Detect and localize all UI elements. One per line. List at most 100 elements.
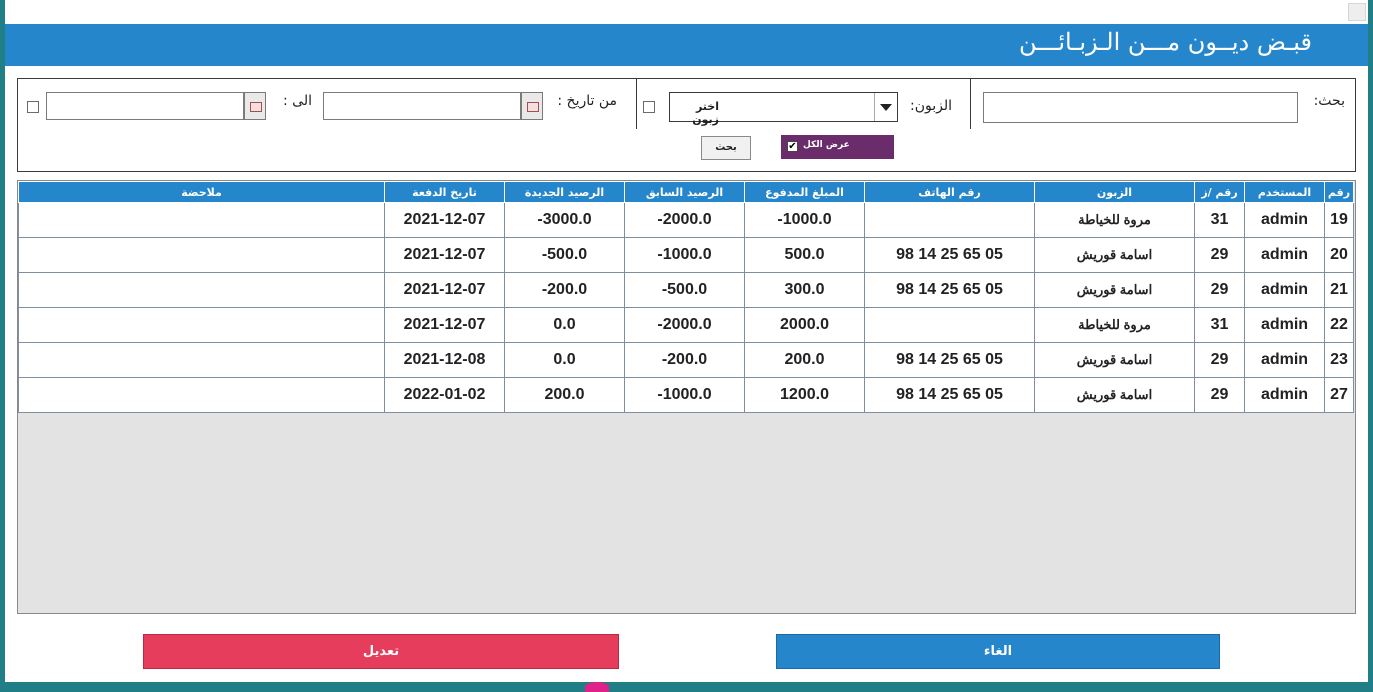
table-cell: admin <box>1244 342 1325 378</box>
table-row[interactable]: 27 admin 29 اسامة قوريش 05 65 25 14 98 1200.0… <box>18 377 1354 413</box>
table-row[interactable]: 21 admin 29 اسامة قوريش 05 65 25 14 98 300.0 5… <box>18 272 1354 308</box>
chevron-down-icon[interactable] <box>874 93 897 121</box>
calendar-icon[interactable] <box>244 92 266 120</box>
filter-panel: بحث: الزبون: اختر زبون من تاريخ : الى : … <box>17 78 1356 172</box>
table-cell: 1000.0- <box>624 377 745 413</box>
table-cell: 2000.0- <box>624 307 745 343</box>
divider <box>970 79 971 129</box>
table-cell: 1000.0- <box>744 202 865 238</box>
table-cell: 200.0 <box>744 342 865 378</box>
payments-table: رقم المستخدم رقم /ز الزبون رقم الهاتف المبلغ … <box>17 180 1356 614</box>
table-cell: 2022-01-02 <box>384 377 505 413</box>
checkmark-icon[interactable]: ✔ <box>787 141 798 152</box>
table-cell <box>18 202 385 238</box>
customer-label: الزبون: <box>909 98 952 114</box>
table-body: 19 admin 31 مروة للخياطة 1000.0- 2000.0- 3000.… <box>18 202 1354 413</box>
show-all-label: عرض الكل <box>803 140 850 150</box>
table-cell: 31 <box>1194 202 1245 238</box>
table-cell: 2000.0 <box>744 307 865 343</box>
column-header[interactable]: تاريخ الدفعة <box>384 181 505 203</box>
table-cell: 500.0 <box>744 237 865 273</box>
table-cell: 2021-12-08 <box>384 342 505 378</box>
customer-select-value: اختر زبون <box>692 100 719 126</box>
table-cell: مروة للخياطة <box>1034 307 1195 343</box>
column-header[interactable]: رقم <box>1324 181 1354 203</box>
column-header[interactable]: ملاحضة <box>18 181 385 203</box>
table-cell: 05 65 25 14 98 <box>864 237 1035 273</box>
search-button[interactable]: بحث <box>701 136 751 160</box>
table-cell: 300.0 <box>744 272 865 308</box>
table-cell <box>18 342 385 378</box>
table-cell: 20 <box>1324 237 1354 273</box>
table-cell: 21 <box>1324 272 1354 308</box>
customer-select[interactable]: اختر زبون <box>669 92 898 126</box>
background-decoration <box>585 682 609 692</box>
table-cell: admin <box>1244 307 1325 343</box>
column-header[interactable]: رقم /ز <box>1194 181 1245 203</box>
table-cell: 0.0 <box>504 342 625 378</box>
table-row[interactable]: 20 admin 29 اسامة قوريش 05 65 25 14 98 500.0 1… <box>18 237 1354 273</box>
table-cell: 2000.0- <box>624 202 745 238</box>
table-cell <box>18 272 385 308</box>
column-header[interactable]: رقم الهاتف <box>864 181 1035 203</box>
table-cell: 29 <box>1194 377 1245 413</box>
table-cell: 31 <box>1194 307 1245 343</box>
search-input[interactable] <box>983 92 1298 123</box>
table-row[interactable]: 22 admin 31 مروة للخياطة 2000.0 2000.0- 0.0 202… <box>18 307 1354 343</box>
table-cell: اسامة قوريش <box>1034 342 1195 378</box>
table-cell: admin <box>1244 272 1325 308</box>
table-header: رقم المستخدم رقم /ز الزبون رقم الهاتف المبلغ … <box>18 181 1354 203</box>
calendar-icon[interactable] <box>521 92 543 120</box>
table-cell: 3000.0- <box>504 202 625 238</box>
column-header[interactable]: الرصيد السابق <box>624 181 745 203</box>
table-cell: 2021-12-07 <box>384 307 505 343</box>
table-row[interactable]: 23 admin 29 اسامة قوريش 05 65 25 14 98 200.0 2… <box>18 342 1354 378</box>
table-cell: اسامة قوريش <box>1034 272 1195 308</box>
table-cell: اسامة قوريش <box>1034 237 1195 273</box>
customer-filter-checkbox[interactable] <box>643 101 655 113</box>
table-cell: 22 <box>1324 307 1354 343</box>
table-cell: admin <box>1244 377 1325 413</box>
column-header[interactable]: المستخدم <box>1244 181 1325 203</box>
column-header[interactable]: المبلغ المدفوع <box>744 181 865 203</box>
column-header[interactable]: الرصيد الجديدة <box>504 181 625 203</box>
window-title: قبـض ديــون مـــن الـزبـائـــن <box>1018 28 1312 56</box>
to-date-input[interactable] <box>46 92 244 120</box>
table-cell <box>864 307 1035 343</box>
table-cell: 23 <box>1324 342 1354 378</box>
table-cell: 2021-12-07 <box>384 237 505 273</box>
table-cell: 2021-12-07 <box>384 272 505 308</box>
table-cell <box>18 307 385 343</box>
table-cell <box>18 377 385 413</box>
table-cell: 19 <box>1324 202 1354 238</box>
edit-button[interactable]: تعديل <box>143 634 619 669</box>
from-date-label: من تاريخ : <box>557 93 617 109</box>
table-cell: admin <box>1244 237 1325 273</box>
table-cell: 500.0- <box>504 237 625 273</box>
dialog-window: قبـض ديــون مـــن الـزبـائـــن بحث: الزب… <box>5 0 1368 682</box>
table-cell: 500.0- <box>624 272 745 308</box>
table-cell: 05 65 25 14 98 <box>864 377 1035 413</box>
table-cell: 1000.0- <box>624 237 745 273</box>
to-date-label: الى : <box>283 93 312 109</box>
column-header[interactable]: الزبون <box>1034 181 1195 203</box>
table-cell: 1200.0 <box>744 377 865 413</box>
table-row[interactable]: 19 admin 31 مروة للخياطة 1000.0- 2000.0- 3000.… <box>18 202 1354 238</box>
search-label: بحث: <box>1313 93 1345 109</box>
date-filter-checkbox[interactable] <box>27 101 39 113</box>
from-date-input[interactable] <box>323 92 521 120</box>
table-cell <box>18 237 385 273</box>
table-cell: 200.0- <box>504 272 625 308</box>
table-cell: admin <box>1244 202 1325 238</box>
table-cell: 29 <box>1194 342 1245 378</box>
payments-grid: رقم المستخدم رقم /ز الزبون رقم الهاتف المبلغ … <box>18 181 1354 413</box>
table-cell: 200.0- <box>624 342 745 378</box>
close-button[interactable] <box>1348 3 1366 21</box>
table-cell: اسامة قوريش <box>1034 377 1195 413</box>
table-cell: 29 <box>1194 237 1245 273</box>
show-all-toggle[interactable]: ✔ عرض الكل <box>781 135 894 159</box>
table-cell: 200.0 <box>504 377 625 413</box>
table-cell <box>864 202 1035 238</box>
table-cell: مروة للخياطة <box>1034 202 1195 238</box>
cancel-button[interactable]: الغاء <box>776 634 1220 669</box>
